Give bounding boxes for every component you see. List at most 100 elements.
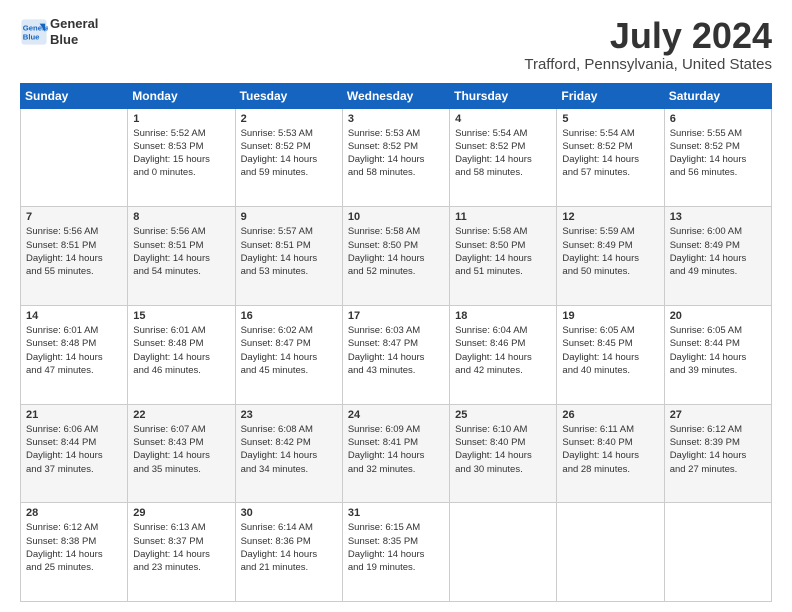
calendar-header-row: Sunday Monday Tuesday Wednesday Thursday…: [21, 83, 772, 108]
day-number: 5: [562, 113, 658, 125]
day-number: 8: [133, 211, 229, 223]
calendar-cell: 13 Sunrise: 6:00 AM Sunset: 8:49 PM Dayli…: [664, 207, 771, 306]
calendar-cell: 30 Sunrise: 6:14 AM Sunset: 8:36 PM Dayli…: [235, 503, 342, 602]
logo-icon: General Blue: [20, 18, 48, 46]
day-number: 12: [562, 211, 658, 223]
calendar-cell: 15 Sunrise: 6:01 AM Sunset: 8:48 PM Dayli…: [128, 305, 235, 404]
day-info: Sunrise: 6:10 AM Sunset: 8:40 PM Dayligh…: [455, 423, 551, 476]
day-info: Sunrise: 6:15 AM Sunset: 8:35 PM Dayligh…: [348, 521, 444, 574]
calendar-cell: 14 Sunrise: 6:01 AM Sunset: 8:48 PM Dayli…: [21, 305, 128, 404]
calendar-cell: 24 Sunrise: 6:09 AM Sunset: 8:41 PM Dayli…: [342, 404, 449, 503]
calendar-cell: 8 Sunrise: 5:56 AM Sunset: 8:51 PM Daylig…: [128, 207, 235, 306]
day-info: Sunrise: 6:12 AM Sunset: 8:39 PM Dayligh…: [670, 423, 766, 476]
calendar-cell: 29Sunrise: 6:13 AM Sunset: 8:37 PM Dayli…: [128, 503, 235, 602]
col-friday: Friday: [557, 83, 664, 108]
day-info: Sunrise: 5:55 AM Sunset: 8:52 PM Dayligh…: [670, 127, 766, 180]
calendar-week-row: 21Sunrise: 6:06 AM Sunset: 8:44 PM Dayli…: [21, 404, 772, 503]
day-info: Sunrise: 6:07 AM Sunset: 8:43 PM Dayligh…: [133, 423, 229, 476]
day-info: Sunrise: 5:58 AM Sunset: 8:50 PM Dayligh…: [455, 225, 551, 278]
calendar-cell: 1 Sunrise: 5:52 AM Sunset: 8:53 PM Daylig…: [128, 108, 235, 207]
col-sunday: Sunday: [21, 83, 128, 108]
calendar-cell: [450, 503, 557, 602]
title-area: July 2024 Trafford, Pennsylvania, United…: [524, 16, 772, 73]
calendar-cell: 5 Sunrise: 5:54 AM Sunset: 8:52 PM Daylig…: [557, 108, 664, 207]
calendar-cell: 4 Sunrise: 5:54 AM Sunset: 8:52 PM Daylig…: [450, 108, 557, 207]
calendar-cell: 26Sunrise: 6:11 AM Sunset: 8:40 PM Dayli…: [557, 404, 664, 503]
calendar-week-row: 7 Sunrise: 5:56 AM Sunset: 8:51 PM Daylig…: [21, 207, 772, 306]
day-info: Sunrise: 6:02 AM Sunset: 8:47 PM Dayligh…: [241, 324, 337, 377]
day-info: Sunrise: 6:11 AM Sunset: 8:40 PM Dayligh…: [562, 423, 658, 476]
day-info: Sunrise: 6:00 AM Sunset: 8:49 PM Dayligh…: [670, 225, 766, 278]
day-number: 1: [133, 113, 229, 125]
calendar-cell: 23 Sunrise: 6:08 AM Sunset: 8:42 PM Dayli…: [235, 404, 342, 503]
col-tuesday: Tuesday: [235, 83, 342, 108]
day-number: 19: [562, 310, 658, 322]
day-number: 2: [241, 113, 337, 125]
day-info: Sunrise: 5:56 AM Sunset: 8:51 PM Dayligh…: [133, 225, 229, 278]
calendar-cell: 19Sunrise: 6:05 AM Sunset: 8:45 PM Dayli…: [557, 305, 664, 404]
day-number: 4: [455, 113, 551, 125]
day-info: Sunrise: 6:12 AM Sunset: 8:38 PM Dayligh…: [26, 521, 122, 574]
day-info: Sunrise: 5:54 AM Sunset: 8:52 PM Dayligh…: [562, 127, 658, 180]
day-info: Sunrise: 6:09 AM Sunset: 8:41 PM Dayligh…: [348, 423, 444, 476]
logo-text: General Blue: [50, 16, 98, 47]
day-number: 29: [133, 507, 229, 519]
day-number: 17: [348, 310, 444, 322]
day-info: Sunrise: 6:14 AM Sunset: 8:36 PM Dayligh…: [241, 521, 337, 574]
day-number: 14: [26, 310, 122, 322]
calendar-cell: 2 Sunrise: 5:53 AM Sunset: 8:52 PM Daylig…: [235, 108, 342, 207]
day-number: 22: [133, 409, 229, 421]
day-number: 20: [670, 310, 766, 322]
calendar-cell: 28 Sunrise: 6:12 AM Sunset: 8:38 PM Dayli…: [21, 503, 128, 602]
calendar-cell: 21Sunrise: 6:06 AM Sunset: 8:44 PM Dayli…: [21, 404, 128, 503]
calendar-cell: [21, 108, 128, 207]
day-number: 24: [348, 409, 444, 421]
day-info: Sunrise: 6:01 AM Sunset: 8:48 PM Dayligh…: [26, 324, 122, 377]
day-number: 15: [133, 310, 229, 322]
calendar-week-row: 1 Sunrise: 5:52 AM Sunset: 8:53 PM Daylig…: [21, 108, 772, 207]
day-info: Sunrise: 5:54 AM Sunset: 8:52 PM Dayligh…: [455, 127, 551, 180]
day-info: Sunrise: 6:05 AM Sunset: 8:44 PM Dayligh…: [670, 324, 766, 377]
calendar-cell: 16 Sunrise: 6:02 AM Sunset: 8:47 PM Dayli…: [235, 305, 342, 404]
day-number: 6: [670, 113, 766, 125]
day-info: Sunrise: 6:03 AM Sunset: 8:47 PM Dayligh…: [348, 324, 444, 377]
day-number: 25: [455, 409, 551, 421]
calendar-cell: 9 Sunrise: 5:57 AM Sunset: 8:51 PM Daylig…: [235, 207, 342, 306]
col-monday: Monday: [128, 83, 235, 108]
calendar-cell: 17 Sunrise: 6:03 AM Sunset: 8:47 PM Dayli…: [342, 305, 449, 404]
day-info: Sunrise: 5:53 AM Sunset: 8:52 PM Dayligh…: [241, 127, 337, 180]
subtitle: Trafford, Pennsylvania, United States: [524, 56, 772, 73]
calendar-cell: 25 Sunrise: 6:10 AM Sunset: 8:40 PM Dayli…: [450, 404, 557, 503]
calendar-cell: 11 Sunrise: 5:58 AM Sunset: 8:50 PM Dayli…: [450, 207, 557, 306]
logo-line1: General: [50, 16, 98, 32]
calendar-cell: 12 Sunrise: 5:59 AM Sunset: 8:49 PM Dayli…: [557, 207, 664, 306]
day-info: Sunrise: 5:58 AM Sunset: 8:50 PM Dayligh…: [348, 225, 444, 278]
day-number: 30: [241, 507, 337, 519]
day-number: 28: [26, 507, 122, 519]
calendar-cell: 6 Sunrise: 5:55 AM Sunset: 8:52 PM Daylig…: [664, 108, 771, 207]
calendar-cell: 18 Sunrise: 6:04 AM Sunset: 8:46 PM Dayli…: [450, 305, 557, 404]
calendar-cell: 27Sunrise: 6:12 AM Sunset: 8:39 PM Dayli…: [664, 404, 771, 503]
day-info: Sunrise: 6:01 AM Sunset: 8:48 PM Dayligh…: [133, 324, 229, 377]
day-number: 11: [455, 211, 551, 223]
calendar-cell: 10Sunrise: 5:58 AM Sunset: 8:50 PM Dayli…: [342, 207, 449, 306]
day-number: 18: [455, 310, 551, 322]
calendar-cell: 20 Sunrise: 6:05 AM Sunset: 8:44 PM Dayli…: [664, 305, 771, 404]
calendar-table: Sunday Monday Tuesday Wednesday Thursday…: [20, 83, 772, 602]
day-info: Sunrise: 6:04 AM Sunset: 8:46 PM Dayligh…: [455, 324, 551, 377]
day-info: Sunrise: 6:06 AM Sunset: 8:44 PM Dayligh…: [26, 423, 122, 476]
svg-text:Blue: Blue: [23, 32, 40, 41]
day-info: Sunrise: 6:08 AM Sunset: 8:42 PM Dayligh…: [241, 423, 337, 476]
day-number: 7: [26, 211, 122, 223]
day-number: 3: [348, 113, 444, 125]
day-number: 9: [241, 211, 337, 223]
day-number: 13: [670, 211, 766, 223]
day-info: Sunrise: 5:59 AM Sunset: 8:49 PM Dayligh…: [562, 225, 658, 278]
day-number: 23: [241, 409, 337, 421]
calendar-cell: [664, 503, 771, 602]
day-number: 16: [241, 310, 337, 322]
col-thursday: Thursday: [450, 83, 557, 108]
calendar-week-row: 14 Sunrise: 6:01 AM Sunset: 8:48 PM Dayli…: [21, 305, 772, 404]
day-info: Sunrise: 5:52 AM Sunset: 8:53 PM Dayligh…: [133, 127, 229, 180]
day-info: Sunrise: 5:57 AM Sunset: 8:51 PM Dayligh…: [241, 225, 337, 278]
